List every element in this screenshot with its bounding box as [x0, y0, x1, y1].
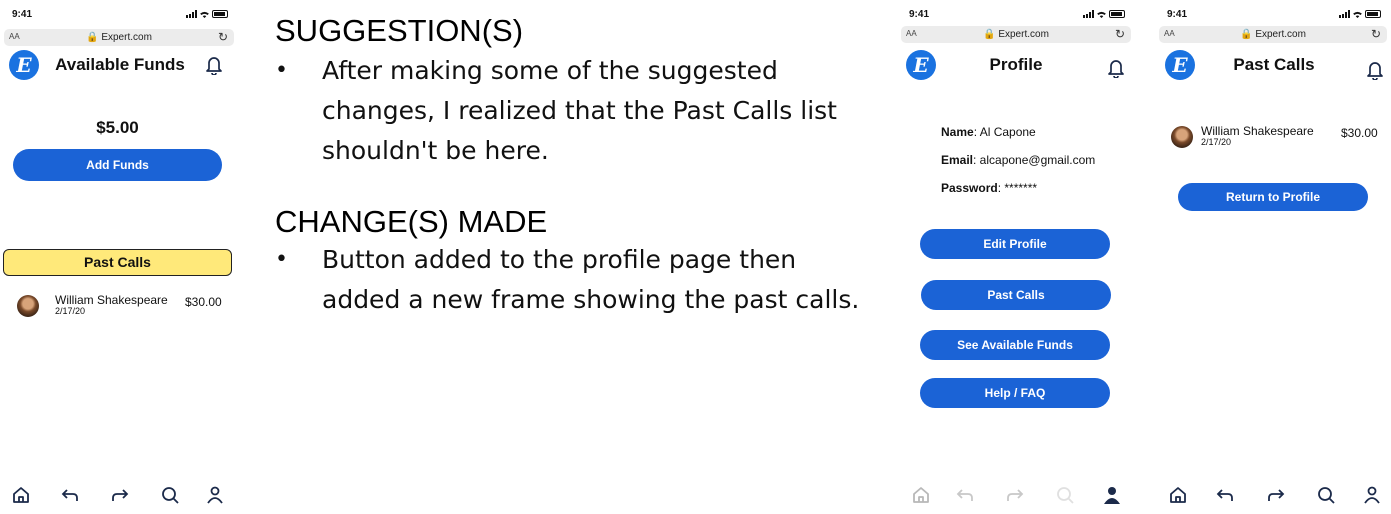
- status-time: 9:41: [909, 9, 930, 20]
- reload-icon[interactable]: ↻: [1115, 27, 1125, 41]
- change-heading: CHANGE(S) MADE: [275, 204, 548, 239]
- status-bar: 9:41: [1163, 9, 1383, 21]
- home-icon[interactable]: [10, 484, 32, 506]
- bullet-icon: •: [275, 58, 288, 83]
- call-list-item[interactable]: William Shakespeare 2/17/20 $30.00: [17, 293, 227, 323]
- home-icon[interactable]: [1167, 484, 1189, 506]
- add-funds-button[interactable]: Add Funds: [13, 149, 222, 181]
- avatar: [17, 295, 39, 317]
- status-time: 9:41: [1167, 9, 1188, 20]
- call-date: 2/17/20: [1201, 137, 1232, 147]
- bell-icon[interactable]: [205, 55, 223, 75]
- past-calls-button[interactable]: Past Calls: [921, 280, 1111, 310]
- url-text: 🔒 Expert.com: [86, 32, 152, 43]
- password-field: Password: *******: [941, 181, 1037, 195]
- call-date: 2/17/20: [55, 306, 86, 316]
- profile-screen: 9:41 AA 🔒 Expert.com ↻ E Profile Name: A…: [897, 0, 1135, 514]
- caller-name: William Shakespeare: [55, 293, 168, 307]
- forward-arrow-icon[interactable]: [109, 484, 131, 506]
- suggestion-text: After making some of the suggested chang…: [322, 56, 837, 165]
- wifi-icon: [200, 11, 209, 18]
- available-funds-screen: 9:41 AA 🔒 Expert.com ↻ E Available Funds…: [0, 0, 238, 514]
- forward-arrow-icon[interactable]: [1265, 484, 1287, 506]
- url-text: 🔒 Expert.com: [1240, 29, 1306, 40]
- expert-logo[interactable]: E: [1165, 50, 1195, 80]
- email-field: Email: alcapone@gmail.com: [941, 153, 1095, 167]
- change-bullet: • Button added to the profile page then …: [275, 240, 865, 320]
- status-time: 9:41: [12, 9, 33, 20]
- browser-url-bar[interactable]: AA 🔒 Expert.com ↻: [1159, 26, 1387, 43]
- page-title: Available Funds: [55, 55, 185, 74]
- battery-icon: [1109, 10, 1125, 18]
- search-icon[interactable]: [159, 484, 181, 506]
- return-to-profile-button[interactable]: Return to Profile: [1178, 183, 1368, 211]
- profile-icon[interactable]: [1101, 484, 1123, 506]
- call-amount: $30.00: [1341, 126, 1378, 140]
- balance-amount: $5.00: [96, 118, 139, 137]
- search-icon[interactable]: [1054, 484, 1076, 506]
- name-value: : Al Capone: [973, 125, 1036, 139]
- caller-name: William Shakespeare: [1201, 124, 1314, 138]
- annotation-notes: SUGGESTION(S) • After making some of the…: [275, 13, 865, 320]
- battery-icon: [1365, 10, 1381, 18]
- password-value: : *******: [997, 181, 1038, 195]
- bullet-icon: •: [275, 247, 288, 272]
- email-value: : alcapone@gmail.com: [973, 153, 1096, 167]
- status-icons: [1083, 10, 1125, 18]
- status-bar: 9:41: [905, 9, 1127, 21]
- status-icons: [186, 10, 228, 18]
- browser-url-bar[interactable]: AA 🔒 Expert.com ↻: [4, 29, 234, 46]
- expert-logo[interactable]: E: [9, 50, 39, 80]
- wifi-icon: [1097, 11, 1106, 18]
- status-bar: 9:41: [8, 9, 230, 21]
- see-available-funds-button[interactable]: See Available Funds: [920, 330, 1110, 360]
- name-label: Name: [941, 125, 974, 139]
- back-arrow-icon[interactable]: [59, 484, 81, 506]
- page-title: Profile: [989, 55, 1043, 74]
- forward-arrow-icon[interactable]: [1004, 484, 1026, 506]
- bell-icon[interactable]: [1366, 60, 1384, 80]
- email-label: Email: [941, 153, 974, 167]
- wifi-icon: [1353, 11, 1362, 18]
- status-icons: [1339, 10, 1381, 18]
- call-amount: $30.00: [185, 295, 222, 309]
- change-text: Button added to the profile page then ad…: [322, 245, 860, 314]
- back-arrow-icon[interactable]: [954, 484, 976, 506]
- suggestion-bullet: • After making some of the suggested cha…: [275, 51, 865, 171]
- battery-icon: [212, 10, 228, 18]
- avatar: [1171, 126, 1193, 148]
- reload-icon[interactable]: ↻: [218, 30, 228, 44]
- home-icon[interactable]: [910, 484, 932, 506]
- bottom-nav: [0, 484, 238, 506]
- url-text: 🔒 Expert.com: [983, 29, 1049, 40]
- bottom-nav: [897, 484, 1135, 506]
- past-calls-header: Past Calls: [3, 249, 232, 276]
- past-calls-screen: 9:41 AA 🔒 Expert.com ↻ E Past Calls Will…: [1155, 0, 1391, 514]
- bottom-nav: [1155, 484, 1391, 506]
- page-title: Past Calls: [1233, 55, 1315, 74]
- bell-icon[interactable]: [1107, 58, 1125, 78]
- expert-logo[interactable]: E: [906, 50, 936, 80]
- back-arrow-icon[interactable]: [1214, 484, 1236, 506]
- search-icon[interactable]: [1315, 484, 1337, 506]
- password-label: Password: [941, 181, 998, 195]
- edit-profile-button[interactable]: Edit Profile: [920, 229, 1110, 259]
- signal-icon: [186, 10, 197, 18]
- suggestion-heading: SUGGESTION(S): [275, 13, 524, 48]
- name-field: Name: Al Capone: [941, 125, 1036, 139]
- profile-icon[interactable]: [204, 484, 226, 506]
- help-faq-button[interactable]: Help / FAQ: [920, 378, 1110, 408]
- call-list-item[interactable]: William Shakespeare 2/17/20 $30.00: [1171, 124, 1387, 154]
- signal-icon: [1339, 10, 1350, 18]
- signal-icon: [1083, 10, 1094, 18]
- browser-url-bar[interactable]: AA 🔒 Expert.com ↻: [901, 26, 1131, 43]
- profile-icon[interactable]: [1361, 484, 1383, 506]
- reload-icon[interactable]: ↻: [1371, 27, 1381, 41]
